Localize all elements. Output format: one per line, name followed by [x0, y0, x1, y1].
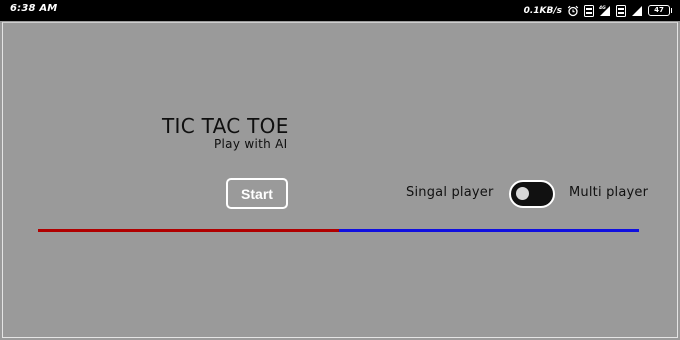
status-icons: 0.1KB/s 4G 47	[523, 3, 672, 18]
single-player-label: Singal player	[406, 185, 494, 200]
blue-divider-line	[339, 229, 639, 232]
alarm-icon	[567, 5, 579, 16]
status-time: 6:38 AM	[10, 3, 58, 14]
game-title: TIC TAC TOE	[162, 114, 289, 138]
player-mode-toggle[interactable]	[509, 180, 555, 208]
game-screen	[2, 22, 678, 338]
red-divider-line	[38, 229, 339, 232]
svg-text:4G: 4G	[599, 5, 606, 11]
signal-icon	[632, 5, 642, 16]
game-subtitle: Play with AI	[214, 137, 288, 151]
volte-icon	[584, 4, 594, 17]
network-speed: 0.1KB/s	[523, 5, 562, 16]
volte-icon	[616, 4, 626, 17]
battery-icon: 47	[648, 5, 672, 16]
signal-4g-icon: 4G	[599, 4, 610, 16]
toggle-knob	[516, 187, 529, 200]
multi-player-label: Multi player	[569, 185, 649, 200]
status-bar: 6:38 AM 0.1KB/s 4G 47	[0, 0, 680, 21]
start-button[interactable]: Start	[226, 178, 288, 209]
